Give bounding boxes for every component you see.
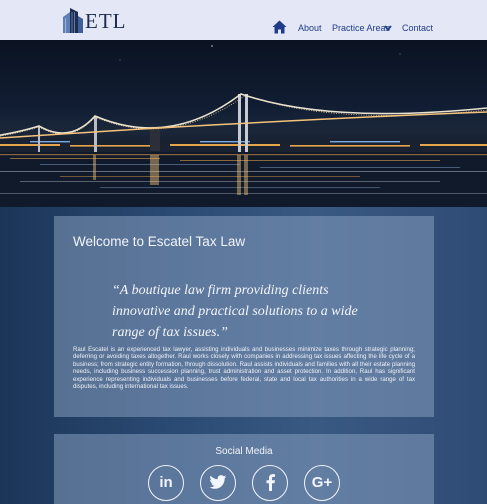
site-logo[interactable]: ETL bbox=[61, 6, 127, 34]
nav-practice-areas-link[interactable]: Practice Areas bbox=[332, 23, 390, 33]
bay-bridge-night-illustration bbox=[0, 45, 487, 207]
facebook-button[interactable] bbox=[252, 465, 288, 501]
hero-bridge-image bbox=[0, 40, 487, 207]
google-plus-button[interactable]: G+ bbox=[304, 465, 340, 501]
facebook-icon bbox=[266, 474, 275, 491]
twitter-icon bbox=[209, 475, 227, 489]
nav-home-link[interactable] bbox=[272, 20, 287, 34]
chevron-down-icon[interactable] bbox=[384, 25, 392, 31]
home-icon bbox=[272, 20, 287, 34]
logo-text: ETL bbox=[85, 9, 127, 33]
tagline-quote: “A boutique law firm providing clients i… bbox=[112, 283, 358, 340]
bio-paragraph: Raul Escatel is an experienced tax lawye… bbox=[73, 346, 415, 391]
welcome-card: Welcome to Escatel Tax Law “A boutique l… bbox=[54, 216, 434, 417]
site-header: ETL About Practice Areas Contact bbox=[0, 0, 487, 40]
google-plus-icon: G+ bbox=[311, 474, 333, 491]
nav-contact-link[interactable]: Contact bbox=[402, 23, 433, 33]
linkedin-button[interactable]: in bbox=[148, 465, 184, 501]
linkedin-icon: in bbox=[159, 474, 173, 491]
nav-about-link[interactable]: About bbox=[298, 23, 322, 33]
twitter-button[interactable] bbox=[200, 465, 236, 501]
social-media-heading: Social Media bbox=[215, 446, 273, 457]
welcome-heading: Welcome to Escatel Tax Law bbox=[73, 234, 246, 249]
social-media-card: Social Media in G+ bbox=[54, 434, 434, 504]
building-logo-icon bbox=[63, 8, 83, 33]
